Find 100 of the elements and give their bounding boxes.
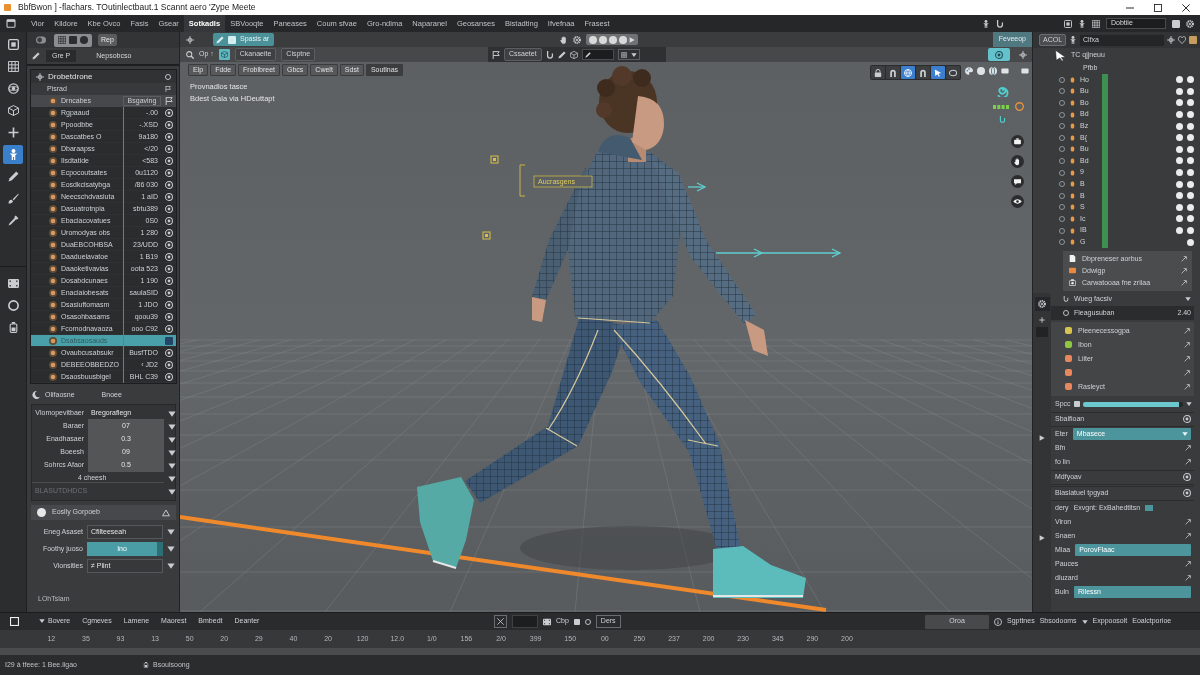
- close-button[interactable]: [494, 615, 507, 628]
- circle-icon[interactable]: [1059, 88, 1065, 95]
- dot-icon[interactable]: [1176, 76, 1183, 84]
- dot-icon[interactable]: [589, 35, 597, 44]
- dot-icon[interactable]: [1176, 169, 1183, 177]
- crosshair-icon[interactable]: [1019, 50, 1027, 59]
- camera-icon[interactable]: [1011, 135, 1024, 148]
- info-icon[interactable]: [994, 617, 1002, 626]
- square-outline-icon[interactable]: [10, 617, 19, 626]
- dot-icon[interactable]: [1187, 215, 1194, 223]
- crosshair-icon[interactable]: [186, 35, 194, 44]
- palette-icon[interactable]: [965, 67, 973, 75]
- flag-icon[interactable]: [492, 50, 500, 59]
- diagonal-arrow-icon[interactable]: [1185, 444, 1191, 451]
- dot-icon[interactable]: [1176, 157, 1183, 165]
- diagonal-arrow-icon[interactable]: [1184, 369, 1190, 376]
- dot-icon[interactable]: [1176, 203, 1183, 211]
- diagonal-arrow-icon[interactable]: [1185, 458, 1191, 465]
- diagonal-arrow-icon[interactable]: [1181, 255, 1187, 262]
- dot-icon[interactable]: [1176, 87, 1183, 95]
- hand-icon[interactable]: [560, 35, 568, 44]
- dot-icon[interactable]: [977, 67, 985, 75]
- hook-icon[interactable]: [545, 50, 554, 59]
- dot-icon[interactable]: [1176, 227, 1183, 234]
- circle-icon[interactable]: [1059, 157, 1065, 164]
- diagonal-arrow-icon[interactable]: [1184, 355, 1190, 362]
- dot-icon[interactable]: [1187, 111, 1194, 119]
- dot-icon[interactable]: [599, 35, 607, 44]
- dot-icon[interactable]: [1176, 192, 1183, 200]
- dot-icon[interactable]: [1187, 227, 1194, 234]
- view-button[interactable]: [901, 66, 915, 79]
- figure-icon[interactable]: [1078, 19, 1086, 28]
- film-icon[interactable]: [543, 617, 551, 626]
- gear-icon[interactable]: [573, 35, 581, 44]
- dot-icon[interactable]: [1187, 145, 1194, 153]
- cube-icon[interactable]: [569, 50, 578, 59]
- circle-icon[interactable]: [1059, 111, 1065, 118]
- eye-icon[interactable]: [1183, 415, 1191, 424]
- circle-icon[interactable]: [1059, 227, 1065, 234]
- dot-icon[interactable]: [1187, 122, 1194, 130]
- diagonal-arrow-icon[interactable]: [1184, 341, 1190, 348]
- expand-arrow-icon[interactable]: [629, 36, 635, 43]
- eye-button[interactable]: [988, 48, 1010, 61]
- frame-icon[interactable]: [1064, 19, 1072, 28]
- caret-up-icon[interactable]: [162, 508, 170, 517]
- diagonal-arrow-icon[interactable]: [1181, 279, 1187, 286]
- plus-icon[interactable]: [1039, 316, 1045, 323]
- pen-icon[interactable]: [32, 52, 40, 60]
- dot-icon[interactable]: [1176, 180, 1183, 188]
- expand-arrow-icon[interactable]: [1039, 434, 1045, 441]
- window-icon[interactable]: [6, 19, 16, 28]
- dot-icon[interactable]: [1176, 122, 1183, 130]
- diagonal-arrow-icon[interactable]: [1185, 532, 1191, 539]
- diagonal-arrow-icon[interactable]: [1181, 267, 1187, 274]
- caret-down-icon[interactable]: [1185, 296, 1191, 303]
- dot-icon[interactable]: [1176, 134, 1183, 142]
- dot-icon[interactable]: [1187, 157, 1194, 165]
- maximize-icon[interactable]: [1154, 3, 1162, 12]
- diagonal-arrow-icon[interactable]: [1185, 518, 1191, 525]
- view-button[interactable]: [886, 66, 900, 79]
- dot-icon[interactable]: [1187, 99, 1194, 107]
- dot-icon[interactable]: [1176, 111, 1183, 119]
- expand-arrow-icon[interactable]: [1039, 534, 1045, 541]
- heart-icon[interactable]: [1178, 36, 1186, 44]
- timeline-track[interactable]: [0, 648, 1200, 655]
- hand-icon[interactable]: [1011, 155, 1024, 168]
- dot-icon[interactable]: [619, 35, 627, 44]
- figure-icon[interactable]: [1069, 36, 1078, 44]
- dot-icon[interactable]: [1176, 215, 1183, 223]
- diagonal-arrow-icon[interactable]: [1185, 560, 1191, 567]
- toggle-icon[interactable]: [34, 35, 48, 45]
- caret-down-icon[interactable]: [1186, 401, 1192, 408]
- frame-field[interactable]: [512, 615, 538, 628]
- dropdown-button[interactable]: [617, 49, 640, 60]
- search-icon[interactable]: [186, 50, 194, 59]
- circle-icon[interactable]: [1059, 169, 1065, 176]
- tool-button[interactable]: [3, 145, 23, 164]
- grid-icon[interactable]: [58, 36, 66, 44]
- caret-down-icon[interactable]: [167, 545, 175, 553]
- circle-icon[interactable]: [1059, 146, 1065, 153]
- figure-icon[interactable]: [982, 19, 990, 28]
- dot-icon[interactable]: [1187, 192, 1194, 200]
- circle-icon[interactable]: [1059, 215, 1065, 222]
- rectangle-icon[interactable]: [1001, 67, 1009, 75]
- speech-bubble-icon[interactable]: [1011, 175, 1024, 188]
- dot-icon[interactable]: [609, 35, 617, 44]
- dot-icon[interactable]: [1187, 134, 1194, 142]
- square-icon[interactable]: [573, 618, 580, 625]
- circle-icon[interactable]: [1059, 134, 1065, 141]
- hook-icon[interactable]: [996, 19, 1004, 28]
- spiral-icon[interactable]: [997, 84, 1010, 97]
- circle-icon[interactable]: [1059, 239, 1065, 246]
- sphere-icon[interactable]: [989, 67, 997, 75]
- circle-icon[interactable]: [584, 618, 591, 625]
- circle-icon[interactable]: [1059, 204, 1065, 211]
- crosshair-icon[interactable]: [1167, 36, 1175, 44]
- view-button[interactable]: [946, 66, 960, 79]
- gear-button[interactable]: [1034, 296, 1050, 311]
- caret-down-icon[interactable]: [167, 528, 175, 536]
- circle-icon[interactable]: [1059, 123, 1065, 130]
